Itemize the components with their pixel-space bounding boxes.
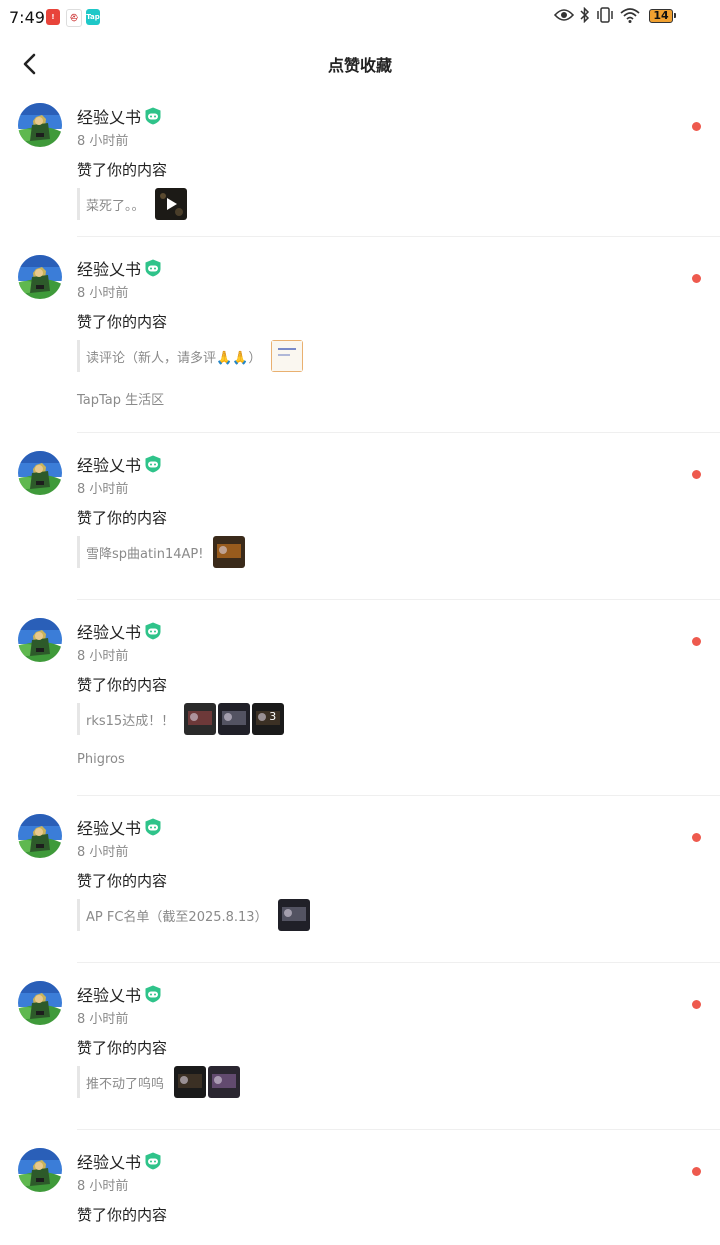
notification-item[interactable]: 经验乂书 8 小时前赞了你的内容 推不动了呜呜 bbox=[0, 978, 720, 1130]
content-thumbnail bbox=[277, 899, 310, 931]
action-text: 赞了你的内容 bbox=[77, 1206, 168, 1224]
divider bbox=[77, 795, 720, 796]
vibrate-icon bbox=[597, 7, 613, 23]
notification-item[interactable]: 经验乂书 8 小时前赞了你的内容 AP FC名单（截至2025.8.13） bbox=[0, 811, 720, 963]
content-preview[interactable]: 雪降sp曲atin14AP! bbox=[77, 536, 247, 568]
game-badge-icon bbox=[144, 622, 162, 640]
page-title: 点赞收藏 bbox=[327, 56, 392, 75]
game-app-icon: ⛑ bbox=[66, 9, 82, 27]
content-thumbnail bbox=[218, 703, 251, 735]
action-text: 赞了你的内容 bbox=[77, 313, 168, 331]
content-thumbnail bbox=[213, 536, 246, 568]
content-preview[interactable]: AP FC名单（截至2025.8.13） bbox=[77, 899, 312, 931]
quote-bar bbox=[77, 536, 80, 568]
status-bar: 7:49 ! ⛑ Tap 14 bbox=[0, 0, 720, 36]
game-badge-icon bbox=[144, 455, 162, 473]
unread-dot bbox=[692, 637, 701, 646]
user-avatar[interactable] bbox=[18, 103, 62, 147]
timestamp: 8 小时前 bbox=[77, 845, 129, 860]
content-preview[interactable]: 推不动了呜呜 bbox=[77, 1066, 242, 1098]
notification-item[interactable]: 经验乂书 8 小时前赞了你的内容 rks15达成！！ 3 Phigros bbox=[0, 615, 720, 796]
nav-bar: 点赞收藏 bbox=[0, 36, 720, 88]
quote-bar bbox=[77, 340, 80, 372]
quote-bar bbox=[77, 188, 80, 220]
action-text: 赞了你的内容 bbox=[77, 1039, 168, 1057]
wifi-icon bbox=[620, 8, 640, 23]
quote-bar bbox=[77, 1066, 80, 1098]
bluetooth-icon bbox=[580, 7, 590, 23]
quote-bar bbox=[77, 899, 80, 931]
content-thumbnail bbox=[174, 1066, 207, 1098]
notification-item[interactable]: 经验乂书 8 小时前赞了你的内容雪降sp曲atin14AP! bbox=[0, 448, 720, 600]
content-snippet: 推不动了呜呜 bbox=[86, 1076, 165, 1092]
user-avatar[interactable] bbox=[18, 814, 62, 858]
timestamp: 8 小时前 bbox=[77, 649, 129, 664]
quote-bar bbox=[77, 703, 80, 735]
unread-dot bbox=[692, 1000, 701, 1009]
content-snippet: 菜死了。。 bbox=[86, 198, 145, 214]
content-thumbnail: 3 bbox=[252, 703, 285, 735]
battery-indicator: 14 bbox=[649, 9, 676, 23]
community-tag[interactable]: Phigros bbox=[77, 752, 125, 767]
user-name[interactable]: 经验乂书 bbox=[77, 815, 141, 839]
notification-item[interactable]: 经验乂书 8 小时前赞了你的内容读评论（新人，请多评🙏🙏） TapTap 生活区 bbox=[0, 252, 720, 433]
content-snippet: AP FC名单（截至2025.8.13） bbox=[86, 909, 268, 925]
content-preview[interactable]: rks15达成！！ 3 bbox=[77, 703, 286, 735]
timestamp: 8 小时前 bbox=[77, 134, 129, 149]
action-text: 赞了你的内容 bbox=[77, 676, 168, 694]
content-snippet: 雪降sp曲atin14AP! bbox=[86, 546, 204, 562]
community-tag[interactable]: TapTap 生活区 bbox=[77, 389, 164, 408]
game-badge-icon bbox=[144, 107, 162, 125]
user-name[interactable]: 经验乂书 bbox=[77, 619, 141, 643]
content-thumbnail bbox=[271, 340, 304, 372]
user-avatar[interactable] bbox=[18, 451, 62, 495]
content-snippet: rks15达成！！ bbox=[86, 713, 175, 729]
taptap-app-icon: Tap bbox=[86, 9, 100, 25]
divider bbox=[77, 236, 720, 237]
unread-dot bbox=[692, 122, 701, 131]
user-avatar[interactable] bbox=[18, 255, 62, 299]
game-badge-icon bbox=[144, 259, 162, 277]
content-thumbnail bbox=[208, 1066, 241, 1098]
status-time: 7:49 bbox=[9, 8, 45, 27]
game-badge-icon bbox=[144, 818, 162, 836]
timestamp: 8 小时前 bbox=[77, 1179, 129, 1194]
user-name[interactable]: 经验乂书 bbox=[77, 104, 141, 128]
content-snippet: 读评论（新人，请多评🙏🙏） bbox=[86, 350, 262, 366]
user-name[interactable]: 经验乂书 bbox=[77, 982, 141, 1006]
notification-item[interactable]: 经验乂书 8 小时前赞了你的内容菜死了。。 bbox=[0, 100, 720, 237]
content-preview[interactable]: 读评论（新人，请多评🙏🙏） bbox=[77, 340, 305, 372]
divider bbox=[77, 599, 720, 600]
timestamp: 8 小时前 bbox=[77, 482, 129, 497]
unread-dot bbox=[692, 274, 701, 283]
game-badge-icon bbox=[144, 1152, 162, 1170]
unread-dot bbox=[692, 470, 701, 479]
game-badge-icon bbox=[144, 985, 162, 1003]
user-avatar[interactable] bbox=[18, 618, 62, 662]
user-avatar[interactable] bbox=[18, 981, 62, 1025]
action-text: 赞了你的内容 bbox=[77, 161, 168, 179]
timestamp: 8 小时前 bbox=[77, 1012, 129, 1027]
user-name[interactable]: 经验乂书 bbox=[77, 256, 141, 280]
divider bbox=[77, 962, 720, 963]
eye-icon bbox=[554, 9, 574, 21]
content-thumbnail bbox=[154, 188, 187, 220]
content-thumbnail bbox=[184, 703, 217, 735]
more-count: 3 bbox=[269, 710, 277, 723]
timestamp: 8 小时前 bbox=[77, 286, 129, 301]
unread-dot bbox=[692, 833, 701, 842]
action-text: 赞了你的内容 bbox=[77, 509, 168, 527]
user-name[interactable]: 经验乂书 bbox=[77, 452, 141, 476]
content-preview[interactable]: 菜死了。。 bbox=[77, 188, 189, 220]
unread-dot bbox=[692, 1167, 701, 1176]
action-text: 赞了你的内容 bbox=[77, 872, 168, 890]
notification-item[interactable]: 经验乂书 8 小时前赞了你的内容 bbox=[0, 1145, 720, 1245]
warning-app-icon: ! bbox=[46, 9, 60, 25]
user-avatar[interactable] bbox=[18, 1148, 62, 1192]
divider bbox=[77, 432, 720, 433]
user-name[interactable]: 经验乂书 bbox=[77, 1149, 141, 1173]
divider bbox=[77, 1129, 720, 1130]
